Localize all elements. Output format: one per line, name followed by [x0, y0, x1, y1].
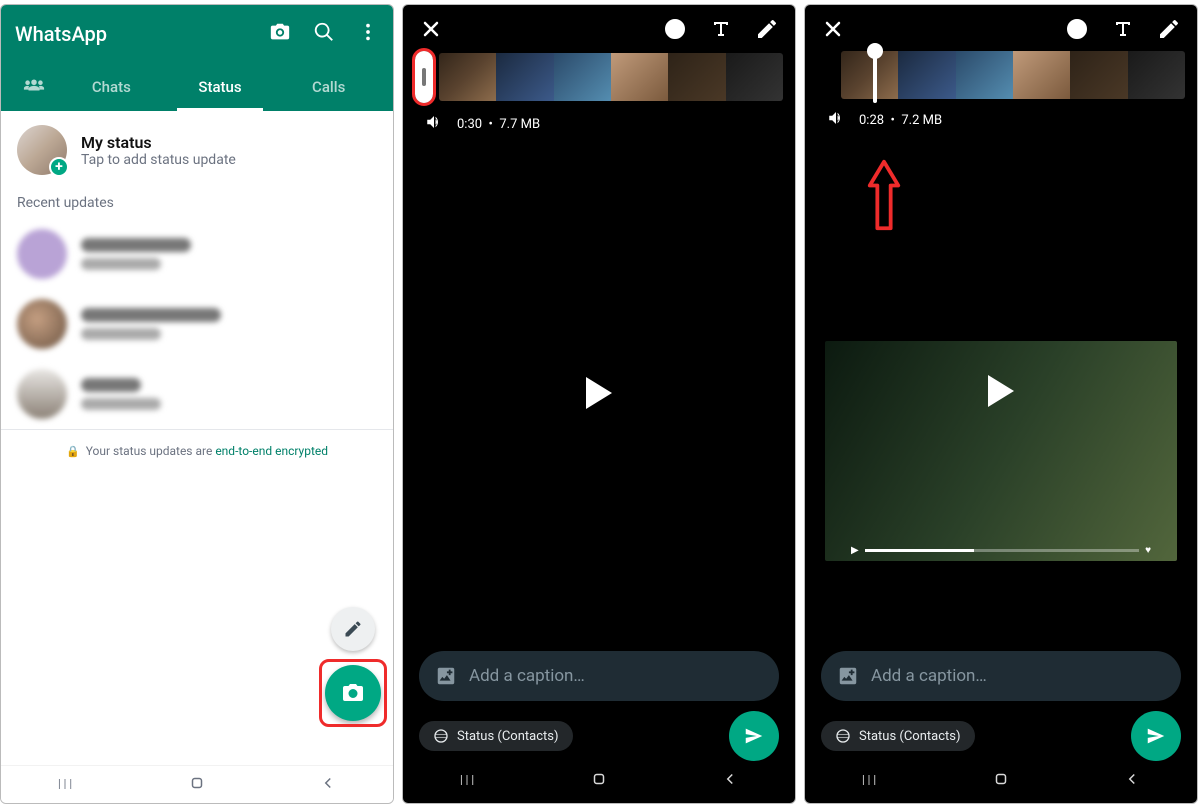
video-info: 0:28 • 7.2 MB — [805, 103, 1197, 131]
status-update-row[interactable] — [1, 289, 393, 359]
status-update-row[interactable] — [1, 219, 393, 289]
tab-calls[interactable]: Calls — [274, 63, 383, 111]
lock-icon: 🔒 — [66, 445, 80, 458]
mini-heart-icon[interactable]: ♥ — [1145, 545, 1151, 556]
play-icon[interactable] — [586, 377, 612, 409]
tab-chats[interactable]: Chats — [57, 63, 166, 111]
video-duration: 0:28 — [859, 113, 884, 128]
trim-start-handle[interactable] — [873, 47, 877, 103]
video-size: 7.2 MB — [901, 113, 942, 128]
video-preview[interactable]: ▶ ♥ — [805, 131, 1197, 651]
camera-status-button[interactable] — [325, 665, 381, 721]
close-icon[interactable] — [821, 17, 845, 45]
encryption-link[interactable]: end-to-end encrypted — [215, 444, 328, 458]
add-image-icon[interactable] — [435, 665, 457, 687]
add-image-icon[interactable] — [837, 665, 859, 687]
caption-placeholder: Add a caption… — [871, 666, 987, 686]
draw-icon[interactable] — [755, 17, 779, 45]
nav-recents-icon[interactable]: III — [861, 773, 878, 789]
volume-icon[interactable] — [827, 109, 845, 131]
status-update-row[interactable] — [1, 359, 393, 429]
my-status-title: My status — [81, 133, 236, 152]
tab-status[interactable]: Status — [166, 63, 275, 111]
system-nav-bar: III — [805, 763, 1197, 799]
nav-back-icon[interactable] — [319, 774, 337, 796]
text-status-button[interactable] — [331, 607, 375, 651]
trim-start-handle[interactable] — [415, 51, 433, 103]
nav-home-icon[interactable] — [188, 774, 206, 796]
volume-icon[interactable] — [425, 113, 443, 135]
system-nav-bar: III — [1, 765, 393, 803]
my-status-subtitle: Tap to add status update — [81, 152, 236, 168]
status-body: + My status Tap to add status update Rec… — [1, 111, 393, 765]
add-status-plus-icon: + — [49, 157, 69, 177]
video-filmstrip[interactable] — [439, 53, 783, 101]
app-title: WhatsApp — [15, 22, 269, 46]
status-video-editor: 0:30 • 7.7 MB Add a caption… Status (Con… — [402, 4, 796, 804]
send-button[interactable] — [729, 711, 779, 761]
status-audience-chip[interactable]: Status (Contacts) — [419, 721, 573, 751]
caption-input[interactable]: Add a caption… — [419, 651, 779, 701]
text-icon[interactable] — [1111, 17, 1135, 45]
video-filmstrip[interactable] — [841, 51, 1185, 99]
status-video-editor-trimmed: 0:28 • 7.2 MB ▶ ♥ Add a caption… Status … — [804, 4, 1198, 804]
emoji-icon[interactable] — [1065, 17, 1089, 45]
system-nav-bar: III — [403, 763, 795, 799]
caption-input[interactable]: Add a caption… — [821, 651, 1181, 701]
camera-icon[interactable] — [269, 21, 291, 47]
text-icon[interactable] — [709, 17, 733, 45]
nav-recents-icon[interactable]: III — [459, 773, 476, 789]
nav-home-icon[interactable] — [590, 770, 608, 792]
communities-tab-icon[interactable] — [11, 74, 57, 100]
video-duration: 0:30 — [457, 117, 482, 132]
nav-back-icon[interactable] — [721, 770, 739, 792]
video-size: 7.7 MB — [499, 117, 540, 132]
whatsapp-status-screen: WhatsApp Chats Status Calls — [0, 4, 394, 804]
video-frame-preview: ▶ ♥ — [825, 341, 1177, 561]
nav-home-icon[interactable] — [992, 770, 1010, 792]
caption-placeholder: Add a caption… — [469, 666, 585, 686]
video-info: 0:30 • 7.7 MB — [403, 107, 795, 135]
video-preview[interactable] — [403, 135, 795, 651]
search-icon[interactable] — [313, 21, 335, 47]
app-header: WhatsApp Chats Status Calls — [1, 5, 393, 111]
nav-back-icon[interactable] — [1123, 770, 1141, 792]
nav-recents-icon[interactable]: III — [57, 777, 74, 793]
status-audience-chip[interactable]: Status (Contacts) — [821, 721, 975, 751]
draw-icon[interactable] — [1157, 17, 1181, 45]
close-icon[interactable] — [419, 17, 443, 45]
play-icon[interactable] — [988, 375, 1014, 407]
more-icon[interactable] — [357, 21, 379, 47]
encryption-note: 🔒 Your status updates are end-to-end enc… — [1, 429, 393, 472]
mini-play-icon[interactable]: ▶ — [851, 545, 859, 556]
my-status-row[interactable]: + My status Tap to add status update — [1, 111, 393, 189]
emoji-icon[interactable] — [663, 17, 687, 45]
recent-updates-header: Recent updates — [1, 189, 393, 219]
send-button[interactable] — [1131, 711, 1181, 761]
